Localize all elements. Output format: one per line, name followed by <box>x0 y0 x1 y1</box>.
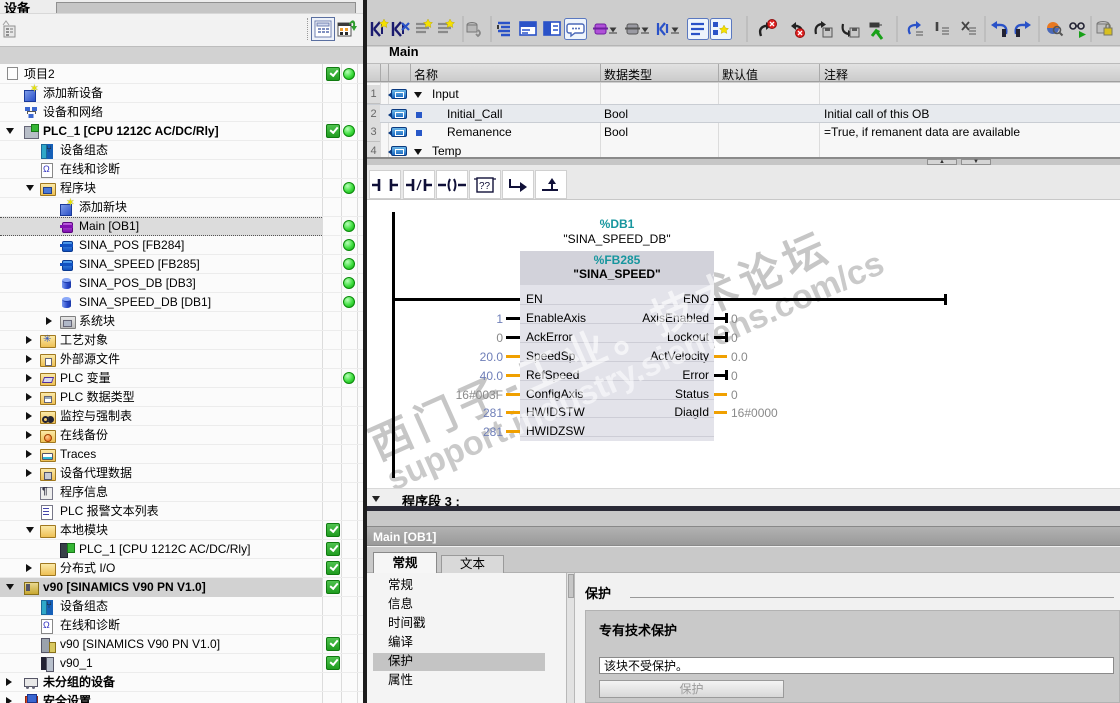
svg-text:??: ?? <box>479 181 491 192</box>
